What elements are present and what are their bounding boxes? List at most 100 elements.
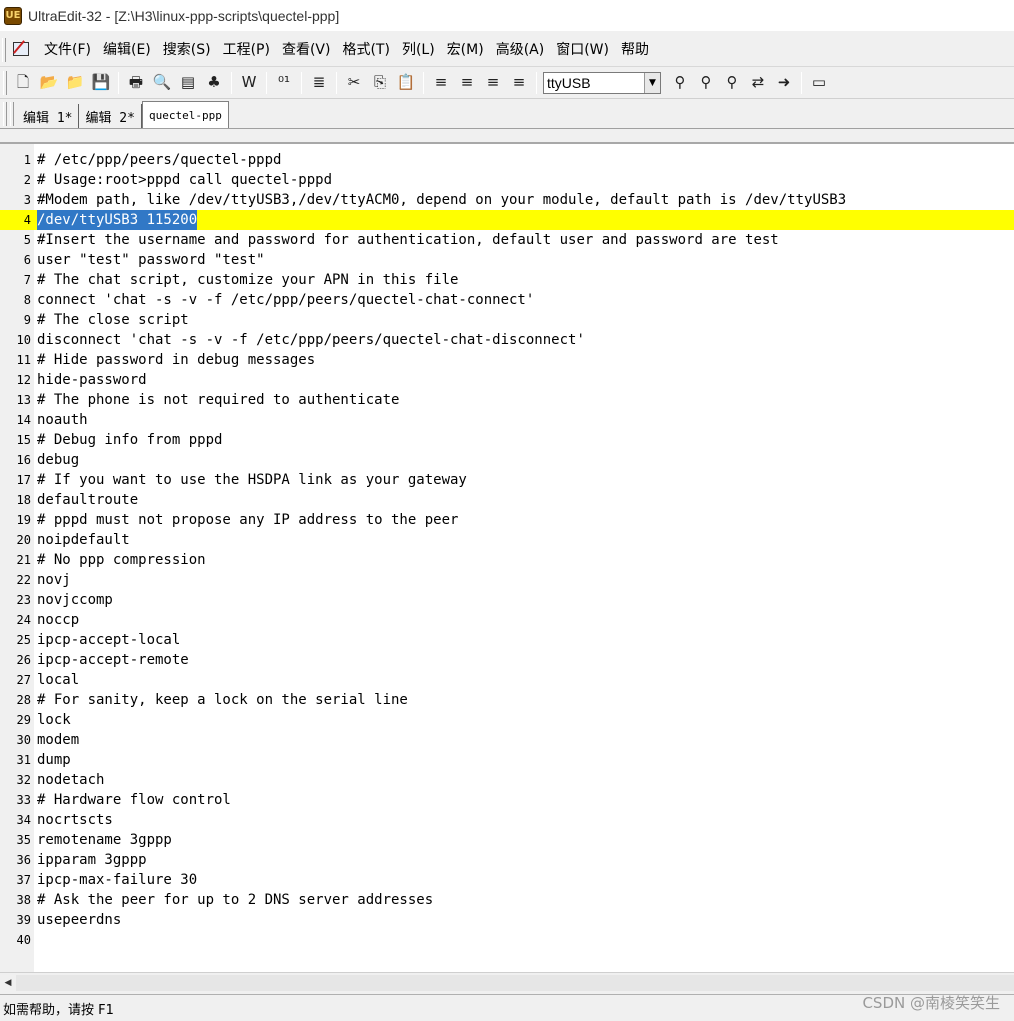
line-numbers-icon[interactable]: ≣	[306, 70, 332, 96]
find-icon[interactable]: ⚲	[667, 70, 693, 96]
editor-line[interactable]: 22 novj	[0, 570, 1014, 590]
search-combo-value[interactable]: ttyUSB	[544, 75, 644, 91]
print-icon[interactable]: 🖶	[123, 70, 149, 96]
editor-line[interactable]: 26 ipcp-accept-remote	[0, 650, 1014, 670]
new-file-icon[interactable]: 🗋	[10, 70, 36, 96]
scroll-left-icon[interactable]: ◀	[0, 974, 16, 992]
find-prev-icon[interactable]: ⚲	[693, 70, 719, 96]
align-right-icon[interactable]: ≡	[480, 70, 506, 96]
editor-line[interactable]: 27 local	[0, 670, 1014, 690]
editor-line[interactable]: 13 # The phone is not required to authent…	[0, 390, 1014, 410]
editor-line[interactable]: 33 # Hardware flow control	[0, 790, 1014, 810]
toolbar: 🗋 📂 📁 💾 🖶 🔍 ▤ ♣ W ⁰¹ ≣ ✂ ⎘ 📋 ≡ ≡ ≡ ≡ ttyUSB ▼ ⚲ ⚲ ⚲ ⇄ ➜ ▭	[0, 67, 1014, 99]
line-number: 25	[16, 633, 31, 647]
justify-icon[interactable]: ≡	[506, 70, 532, 96]
scroll-track[interactable]	[16, 974, 1014, 991]
editor-line[interactable]: 18 defaultroute	[0, 490, 1014, 510]
hex-mode-icon[interactable]: ⁰¹	[271, 70, 297, 96]
column-mode-icon[interactable]: ▤	[175, 70, 201, 96]
editor-line[interactable]: 35 remotename 3gppp	[0, 830, 1014, 850]
line-number: 18	[16, 493, 31, 507]
editor-line[interactable]: 23 novjccomp	[0, 590, 1014, 610]
menu-project[interactable]: 工程(P)	[217, 37, 276, 63]
editor-line[interactable]: 34 nocrtscts	[0, 810, 1014, 830]
horizontal-scrollbar[interactable]: ◀	[0, 972, 1014, 992]
editor-line[interactable]: 32 nodetach	[0, 770, 1014, 790]
editor-line[interactable]: 12 hide-password	[0, 370, 1014, 390]
line-text: # Usage:root>pppd call quectel-pppd	[37, 172, 333, 188]
window-icon[interactable]: ▭	[806, 70, 832, 96]
menu-view[interactable]: 查看(V)	[276, 37, 337, 63]
tab-2[interactable]: 编辑 2*	[79, 104, 142, 128]
menu-help[interactable]: 帮助	[615, 37, 655, 63]
find-next-icon[interactable]: ⚲	[719, 70, 745, 96]
line-text: nodetach	[37, 772, 105, 788]
editor-line[interactable]: 5 #Insert the username and password for a…	[0, 230, 1014, 250]
editor-line[interactable]: 16 debug	[0, 450, 1014, 470]
ultraedit-app-icon[interactable]: UE	[4, 6, 22, 25]
tab-3[interactable]: quectel-ppp	[141, 101, 229, 128]
editor-line[interactable]: 19 # pppd must not propose any IP address…	[0, 510, 1014, 530]
save-icon[interactable]: 💾	[88, 70, 114, 96]
editor-line[interactable]: 29 lock	[0, 710, 1014, 730]
align-center-icon[interactable]: ≡	[454, 70, 480, 96]
print-preview-icon[interactable]: 🔍	[149, 70, 175, 96]
ftp-icon[interactable]: ♣	[201, 70, 227, 96]
editor-line[interactable]: 21 # No ppp compression	[0, 550, 1014, 570]
editor-line[interactable]: 15 # Debug info from pppd	[0, 430, 1014, 450]
menu-advanced[interactable]: 高级(A)	[490, 37, 551, 63]
toolbar-separator	[536, 71, 537, 94]
editor-line[interactable]: 36 ipparam 3gppp	[0, 850, 1014, 870]
document-icon[interactable]	[10, 39, 32, 61]
word-wrap-icon[interactable]: W	[236, 70, 262, 96]
replace-icon[interactable]: ⇄	[745, 70, 771, 96]
search-combo[interactable]: ttyUSB ▼	[543, 71, 661, 94]
editor-line[interactable]: 37 ipcp-max-failure 30	[0, 870, 1014, 890]
editor-line[interactable]: 3 #Modem path, like /dev/ttyUSB3,/dev/tty…	[0, 190, 1014, 210]
editor-line[interactable]: 9 # The close script	[0, 310, 1014, 330]
editor-line[interactable]: 11 # Hide password in debug messages	[0, 350, 1014, 370]
copy-icon[interactable]: ⎘	[367, 70, 393, 96]
editor-line[interactable]: 10 disconnect 'chat -s -v -f /etc/ppp/pee…	[0, 330, 1014, 350]
menu-search[interactable]: 搜索(S)	[157, 37, 217, 63]
editor-line[interactable]: 25 ipcp-accept-local	[0, 630, 1014, 650]
open-folder-icon[interactable]: 📂	[36, 70, 62, 96]
editor-line[interactable]: 2 # Usage:root>pppd call quectel-pppd	[0, 170, 1014, 190]
menubar-grip[interactable]	[2, 37, 6, 62]
editor-line[interactable]: 20 noipdefault	[0, 530, 1014, 550]
text-editor[interactable]: 1 # /etc/ppp/peers/quectel-pppd 2 # Usage:r…	[0, 142, 1014, 972]
cut-icon[interactable]: ✂	[341, 70, 367, 96]
menu-macro[interactable]: 宏(M)	[441, 37, 490, 63]
menu-window[interactable]: 窗口(W)	[550, 37, 615, 63]
menu-file[interactable]: 文件(F)	[38, 37, 97, 63]
tab-1[interactable]: 编辑 1*	[17, 104, 80, 128]
editor-line[interactable]: 14 noauth	[0, 410, 1014, 430]
toolbar-grip[interactable]	[3, 70, 7, 95]
chevron-down-icon[interactable]: ▼	[644, 72, 660, 93]
goto-icon[interactable]: ➜	[771, 70, 797, 96]
editor-line[interactable]: 1 # /etc/ppp/peers/quectel-pppd	[0, 150, 1014, 170]
editor-line[interactable]: 17 # If you want to use the HSDPA link as…	[0, 470, 1014, 490]
line-number: 34	[16, 813, 31, 827]
editor-line[interactable]: 8 connect 'chat -s -v -f /etc/ppp/peers/q…	[0, 290, 1014, 310]
editor-line[interactable]: 31 dump	[0, 750, 1014, 770]
menu-column[interactable]: 列(L)	[396, 37, 441, 63]
editor-line[interactable]: 7 # The chat script, customize your APN i…	[0, 270, 1014, 290]
editor-line[interactable]: 38 # Ask the peer for up to 2 DNS server …	[0, 890, 1014, 910]
menu-format[interactable]: 格式(T)	[336, 37, 395, 63]
editor-line[interactable]: 39 usepeerdns	[0, 910, 1014, 930]
line-number: 5	[23, 233, 31, 247]
editor-line[interactable]: 30 modem	[0, 730, 1014, 750]
paste-icon[interactable]: 📋	[393, 70, 419, 96]
editor-line[interactable]: 28 # For sanity, keep a lock on the seria…	[0, 690, 1014, 710]
menu-edit[interactable]: 编辑(E)	[97, 37, 157, 63]
tabbar-grip[interactable]	[3, 102, 7, 126]
line-number: 2	[23, 173, 31, 187]
open-recent-icon[interactable]: 📁	[62, 70, 88, 96]
editor-line[interactable]: 6 user "test" password "test"	[0, 250, 1014, 270]
editor-line[interactable]: 4/dev/ttyUSB3 115200	[0, 210, 1014, 230]
line-number: 11	[16, 353, 31, 367]
align-left-icon[interactable]: ≡	[428, 70, 454, 96]
editor-line[interactable]: 24 noccp	[0, 610, 1014, 630]
editor-line[interactable]: 40	[0, 930, 1014, 950]
